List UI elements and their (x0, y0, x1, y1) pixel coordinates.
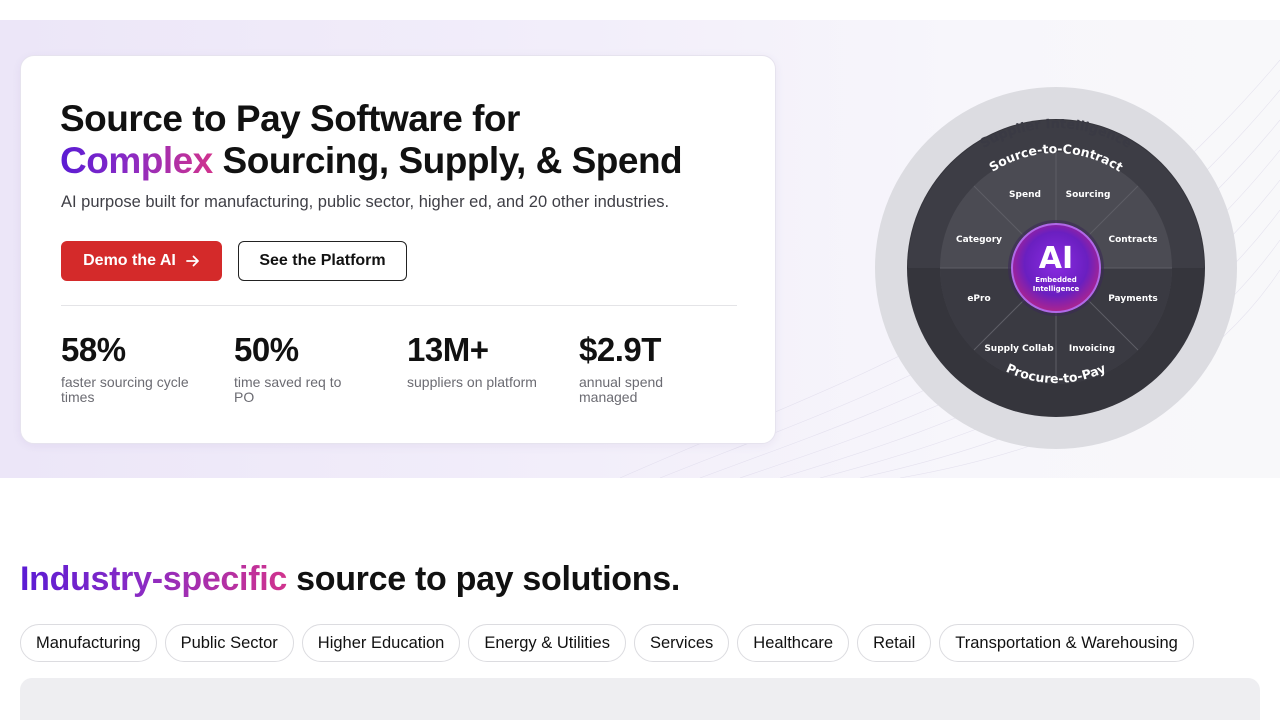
stat-label: annual spend managed (579, 374, 664, 405)
ai-center-sub1: Embedded (1035, 276, 1077, 284)
segment-invoicing: Invoicing (1069, 344, 1115, 354)
hero-section: Source to Pay Software for Complex Sourc… (0, 20, 1280, 478)
segment-category: Category (956, 235, 1002, 245)
segment-spend: Spend (1009, 190, 1041, 200)
chip-retail[interactable]: Retail (857, 624, 932, 662)
see-platform-button[interactable]: See the Platform (238, 241, 407, 281)
industry-chips: Manufacturing Public Sector Higher Educa… (20, 624, 1194, 662)
chip-public-sector[interactable]: Public Sector (164, 624, 294, 662)
hero-title: Source to Pay Software for Complex Sourc… (60, 98, 683, 182)
stat-value: $2.9T (579, 331, 661, 368)
chip-energy-utilities[interactable]: Energy & Utilities (468, 624, 626, 662)
title-highlight: Complex (60, 140, 213, 181)
stat-suppliers: 13M+ suppliers on platform (407, 330, 567, 390)
demo-ai-button[interactable]: Demo the AI (61, 241, 222, 281)
chip-higher-education[interactable]: Higher Education (301, 624, 461, 662)
title-line-2: Sourcing, Supply, & Spend (212, 140, 683, 181)
title-line-1: Source to Pay Software for (60, 98, 520, 139)
ai-center-sub2: Intelligence (1033, 285, 1080, 293)
stat-label: suppliers on platform (407, 374, 537, 390)
stat-label: faster sourcing cycle times (61, 374, 189, 405)
segment-contracts: Contracts (1108, 235, 1157, 245)
chip-transportation-warehousing[interactable]: Transportation & Warehousing (939, 624, 1194, 662)
hero-card: Source to Pay Software for Complex Sourc… (20, 55, 776, 444)
industries-title-rest: source to pay solutions. (286, 560, 680, 598)
hero-subtitle: AI purpose built for manufacturing, publ… (61, 193, 670, 211)
segment-sourcing: Sourcing (1066, 190, 1111, 200)
ai-center-title: AI (1039, 241, 1073, 276)
demo-ai-label: Demo the AI (83, 252, 176, 269)
industries-title: Industry-specific source to pay solution… (20, 559, 680, 599)
platform-wheel-diagram: Supplier Intelligence Source-to-Contract… (875, 87, 1237, 449)
stat-sourcing: 58% faster sourcing cycle times (61, 330, 221, 405)
chip-healthcare[interactable]: Healthcare (737, 624, 850, 662)
industry-content-panel (20, 678, 1260, 720)
chip-manufacturing[interactable]: Manufacturing (20, 624, 157, 662)
stat-spend: $2.9T annual spend managed (579, 330, 739, 405)
arrow-right-icon (185, 255, 199, 267)
stat-value: 58% (61, 331, 126, 368)
industries-title-highlight: Industry-specific (20, 560, 287, 598)
segment-payments: Payments (1108, 294, 1158, 304)
stat-value: 13M+ (407, 331, 489, 368)
stat-value: 50% (234, 331, 299, 368)
stat-time-saved: 50% time saved req to PO (234, 330, 394, 405)
chip-services[interactable]: Services (634, 624, 730, 662)
stat-label: time saved req to PO (234, 374, 342, 405)
segment-supply-collab: Supply Collab (984, 344, 1054, 354)
divider (61, 305, 737, 306)
segment-epro: ePro (967, 294, 990, 304)
